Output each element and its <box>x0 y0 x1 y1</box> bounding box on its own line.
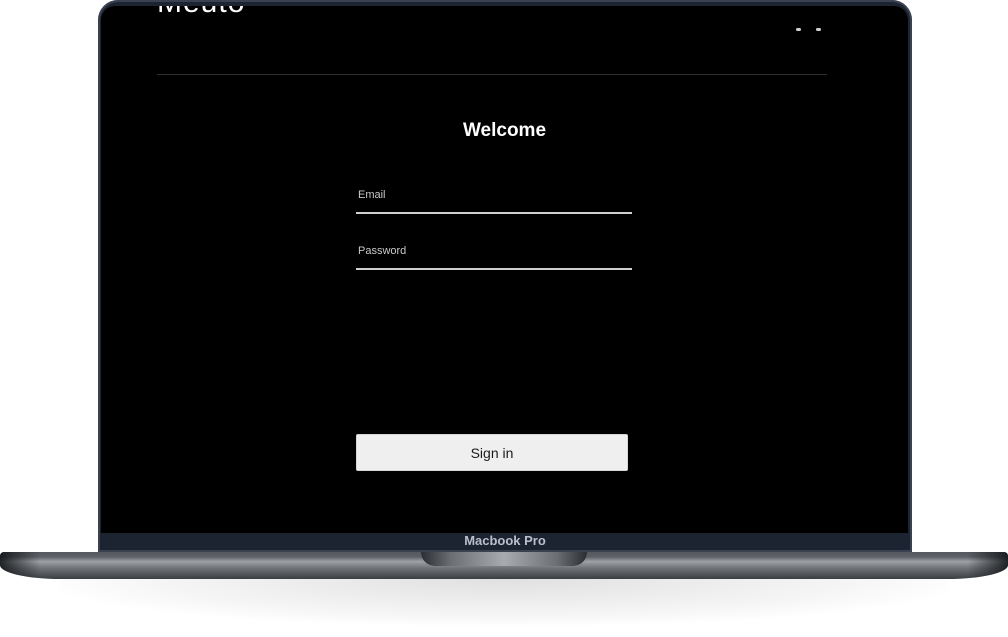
sign-in-button[interactable]: Sign in <box>356 434 628 471</box>
brand-logo[interactable]: Meuto <box>157 6 245 18</box>
device-mockup: Meuto Welcome Sign in Macbook Pro <box>0 0 1008 637</box>
email-field[interactable] <box>356 178 632 214</box>
password-field[interactable] <box>356 234 632 270</box>
header-divider <box>157 74 827 75</box>
app-screen: Meuto Welcome Sign in <box>101 6 908 533</box>
menu-dot-icon <box>816 28 821 31</box>
page-title: Welcome <box>462 120 547 141</box>
password-input[interactable] <box>356 234 632 268</box>
email-input[interactable] <box>356 178 632 212</box>
device-label: Macbook Pro <box>464 533 546 548</box>
header-controls[interactable] <box>790 28 824 34</box>
device-shadow <box>60 579 948 625</box>
laptop-notch <box>421 552 587 566</box>
menu-dot-icon <box>796 28 801 31</box>
